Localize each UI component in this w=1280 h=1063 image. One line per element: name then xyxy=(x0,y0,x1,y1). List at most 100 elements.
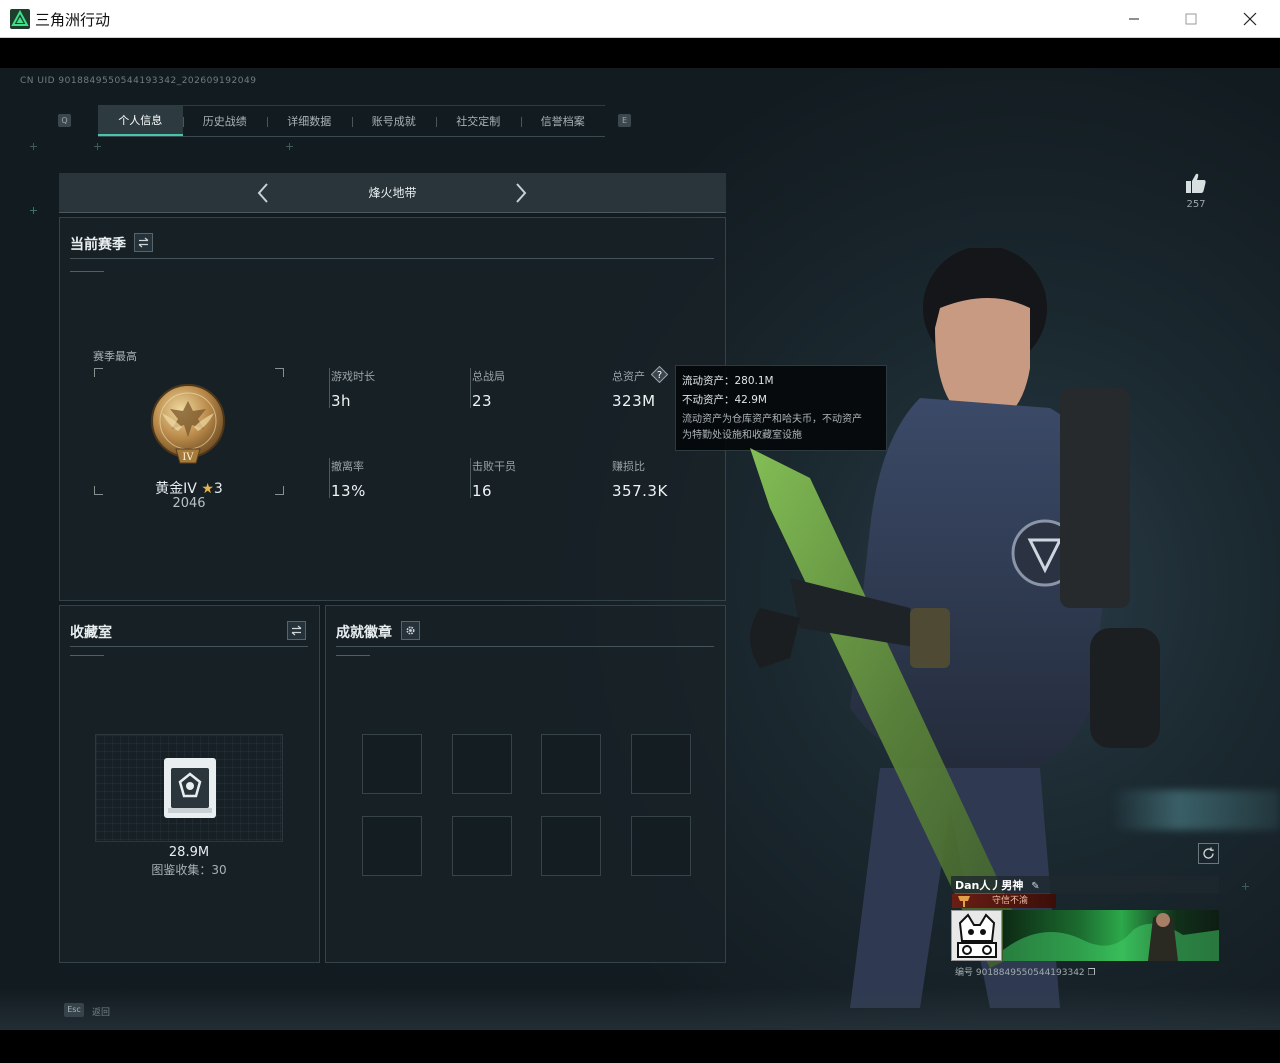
stat-value: 357.3K xyxy=(612,482,668,500)
player-name[interactable]: Dan人丿男神 ✎ xyxy=(955,877,1040,893)
stat-value: 13% xyxy=(331,482,366,500)
season-title: 当前赛季 xyxy=(70,237,126,253)
letterbox-bottom xyxy=(0,1030,1280,1063)
tab-account-achievements[interactable]: 账号成就 xyxy=(351,106,437,136)
stat-profit-loss-ratio: 赚损比 357.3K xyxy=(611,458,731,500)
player-name-text: Dan人丿男神 xyxy=(955,879,1024,892)
crosshair-decoration-icon xyxy=(1242,883,1249,890)
edit-icon[interactable]: ✎ xyxy=(1031,881,1039,892)
refresh-icon xyxy=(1203,847,1214,859)
crosshair-decoration-icon xyxy=(286,143,293,150)
rank-name: 黄金IV xyxy=(155,481,197,497)
back-label[interactable]: 返回 xyxy=(92,1005,110,1018)
mode-label: 烽火地带 xyxy=(368,186,417,200)
season-best-label: 赛季最高 xyxy=(93,350,137,363)
tab-list: 个人信息 历史战绩 详细数据 账号成就 社交定制 信誉档案 xyxy=(98,105,605,137)
stat-value: 3h xyxy=(331,392,352,410)
rank-medal-icon: IV xyxy=(148,383,228,473)
maximize-icon xyxy=(1185,13,1197,25)
player-avatar[interactable] xyxy=(951,910,1002,961)
minimize-button[interactable] xyxy=(1105,0,1163,38)
divider xyxy=(336,655,370,656)
crosshair-decoration-icon xyxy=(30,207,37,214)
help-icon[interactable]: ? xyxy=(651,366,668,383)
player-id-text: 编号 9018849550544193342 xyxy=(955,968,1085,978)
refresh-button[interactable] xyxy=(1198,843,1219,864)
tab-next-key[interactable]: E xyxy=(618,114,631,127)
stat-label: 击败干员 xyxy=(472,460,516,473)
achievement-settings-button[interactable] xyxy=(401,621,420,640)
close-button[interactable] xyxy=(1221,0,1279,38)
stat-label: 总战局 xyxy=(472,370,505,383)
crosshair-decoration-icon xyxy=(94,143,101,150)
stat-label: 撤离率 xyxy=(331,460,364,473)
rank-name-line: 黄金IV ★3 xyxy=(96,478,282,498)
copy-icon[interactable]: ❐ xyxy=(1088,968,1096,978)
floor-shade xyxy=(0,988,1280,1030)
divider xyxy=(70,655,104,656)
like-count: 257 xyxy=(1186,199,1206,210)
tab-personal-info[interactable]: 个人信息 xyxy=(98,106,183,136)
collection-title: 收藏室 xyxy=(70,625,112,641)
stat-value: 23 xyxy=(472,392,493,410)
chevron-left-icon[interactable] xyxy=(252,181,276,205)
maximize-button[interactable] xyxy=(1162,0,1220,38)
stat-operators-defeated: 击败干员 16 xyxy=(470,458,590,500)
achievement-title: 成就徽章 xyxy=(336,625,392,641)
badge-slot[interactable] xyxy=(452,734,512,794)
mode-selector: 烽火地带 xyxy=(59,173,726,213)
badge-slot[interactable] xyxy=(452,816,512,876)
main-tab-bar: Q 个人信息 历史战绩 详细数据 账号成就 社交定制 信誉档案 E xyxy=(55,105,635,137)
frame-corner xyxy=(275,368,284,377)
tab-reputation-record[interactable]: 信誉档案 xyxy=(520,106,606,136)
title-emblem-icon xyxy=(958,896,970,907)
stat-label: 游戏时长 xyxy=(331,370,375,383)
swap-icon xyxy=(138,237,149,248)
tab-match-history[interactable]: 历史战绩 xyxy=(182,106,268,136)
tab-prev-key[interactable]: Q xyxy=(58,114,71,127)
display-case-icon xyxy=(164,758,216,818)
badge-slot[interactable] xyxy=(541,816,601,876)
season-switch-button[interactable] xyxy=(134,233,153,252)
badge-slot[interactable] xyxy=(631,816,691,876)
svg-text:?: ? xyxy=(657,370,662,381)
rank-stars: 3 xyxy=(213,481,223,497)
player-title-text: 守信不渝 xyxy=(992,896,1029,906)
esc-key[interactable]: Esc xyxy=(64,1003,84,1017)
swap-icon xyxy=(291,625,302,636)
crosshair-decoration-icon xyxy=(30,143,37,150)
divider xyxy=(336,646,714,647)
rank-score: 2046 xyxy=(172,496,206,511)
star-icon: ★ xyxy=(201,481,214,497)
collection-switch-button[interactable] xyxy=(287,621,306,640)
app-logo-icon xyxy=(10,9,30,29)
player-banner[interactable] xyxy=(1003,910,1219,961)
letterbox-top xyxy=(0,38,1280,68)
game-viewport: CN UID 9018849550544193342_202609192049 … xyxy=(0,68,1280,1030)
thumbs-up-icon[interactable] xyxy=(1184,172,1208,194)
stat-total-matches: 总战局 23 xyxy=(470,368,590,410)
badge-slot[interactable] xyxy=(631,734,691,794)
gear-icon xyxy=(406,626,415,635)
stat-play-time: 游戏时长 3h xyxy=(329,368,449,410)
rank-numeral: IV xyxy=(182,452,194,463)
chevron-right-icon[interactable] xyxy=(508,181,532,205)
badge-slot[interactable] xyxy=(362,734,422,794)
divider xyxy=(70,646,308,647)
close-icon xyxy=(1243,12,1257,26)
collection-count: 图鉴收集：30 xyxy=(151,863,227,877)
badge-slot[interactable] xyxy=(362,816,422,876)
window-title: 三角洲行动 xyxy=(35,11,111,29)
tab-social-custom[interactable]: 社交定制 xyxy=(436,106,521,136)
badge-slot[interactable] xyxy=(541,734,601,794)
frame-corner xyxy=(94,368,103,377)
divider xyxy=(70,271,104,272)
minimize-icon xyxy=(1129,18,1139,20)
tab-detailed-data[interactable]: 详细数据 xyxy=(267,106,352,136)
window-titlebar: 三角洲行动 xyxy=(0,0,1280,38)
stat-value: 16 xyxy=(472,482,493,500)
player-id: 编号 9018849550544193342 ❐ xyxy=(955,965,1096,978)
uid-label: CN UID 9018849550544193342_202609192049 xyxy=(20,76,257,86)
stat-extraction-rate: 撤离率 13% xyxy=(329,458,449,500)
stat-label: 赚损比 xyxy=(612,460,645,473)
